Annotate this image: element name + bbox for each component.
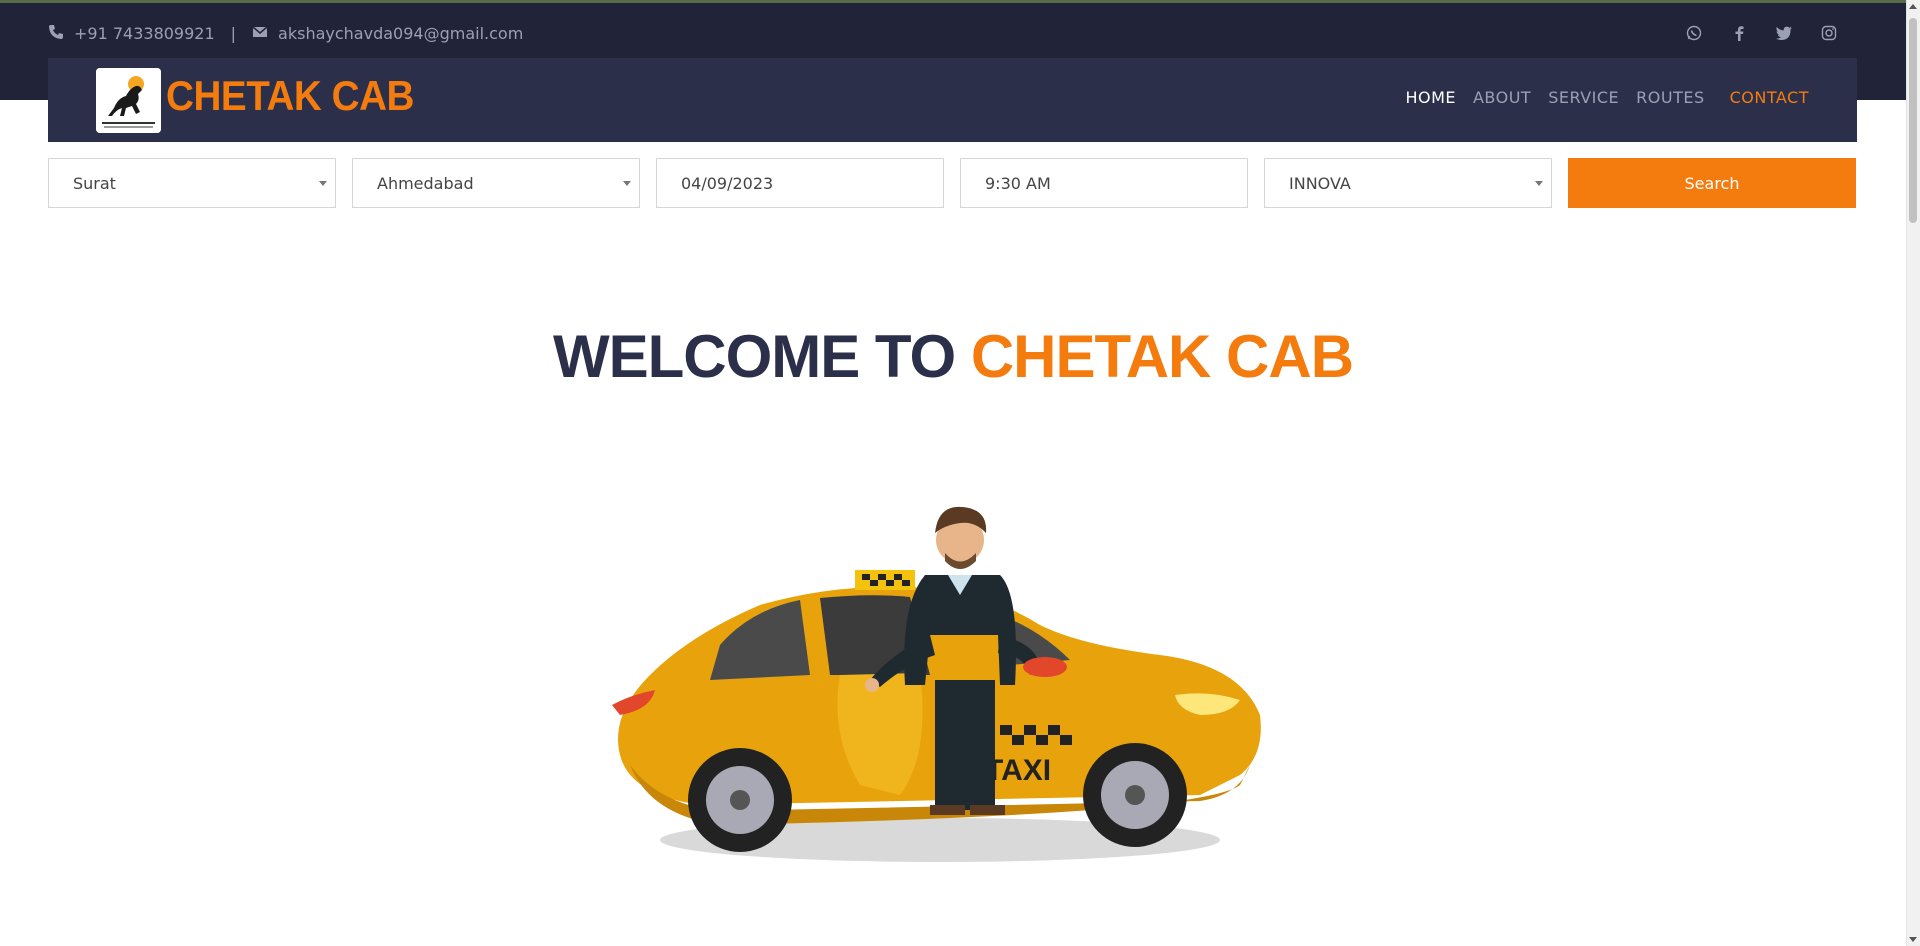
page-scrollbar[interactable] [1906, 0, 1920, 946]
nav-item-about[interactable]: ABOUT [1473, 88, 1531, 107]
from-city-value: Surat [73, 173, 116, 193]
main-navbar: CHETAK CAB HOME ABOUT SERVICE ROUTES CON… [48, 58, 1857, 142]
car-type-select[interactable]: INNOVA [1264, 158, 1552, 208]
mail-icon [252, 24, 270, 42]
date-value: 04/09/2023 [681, 173, 774, 193]
contact-info: +91 7433809921 | akshaychavda094@gmail.c… [48, 19, 523, 47]
phone-number[interactable]: +91 7433809921 [74, 24, 215, 43]
scroll-up-icon[interactable] [1909, 4, 1917, 9]
facebook-icon[interactable] [1730, 24, 1748, 42]
booking-search-form: Surat Ahmedabad 04/09/2023 9:30 AM INNOV… [48, 158, 1857, 208]
chevron-down-icon [623, 181, 631, 186]
search-button[interactable]: Search [1568, 158, 1856, 208]
nav-item-service[interactable]: SERVICE [1548, 88, 1619, 107]
scroll-thumb[interactable] [1909, 18, 1917, 223]
whatsapp-icon[interactable] [1685, 24, 1703, 42]
brand-logo[interactable] [96, 68, 161, 133]
car-type-value: INNOVA [1289, 173, 1351, 193]
date-input[interactable]: 04/09/2023 [656, 158, 944, 208]
nav-item-contact[interactable]: CONTACT [1730, 88, 1809, 107]
welcome-heading: WELCOME TO CHETAK CAB [0, 322, 1906, 391]
welcome-brand: CHETAK CAB [970, 323, 1354, 390]
time-value: 9:30 AM [985, 173, 1051, 193]
to-city-select[interactable]: Ahmedabad [352, 158, 640, 208]
nav-menu: HOME ABOUT SERVICE ROUTES CONTACT [1405, 88, 1809, 107]
to-city-value: Ahmedabad [377, 173, 474, 193]
welcome-prefix: WELCOME TO [552, 323, 956, 390]
email-address[interactable]: akshaychavda094@gmail.com [278, 24, 523, 43]
taxi-illustration: TAXI [600, 495, 1300, 895]
time-input[interactable]: 9:30 AM [960, 158, 1248, 208]
social-links [1685, 19, 1838, 47]
chevron-down-icon [319, 181, 327, 186]
instagram-icon[interactable] [1820, 24, 1838, 42]
nav-item-routes[interactable]: ROUTES [1636, 88, 1704, 107]
brand-name[interactable]: CHETAK CAB [166, 72, 414, 120]
chevron-down-icon [1535, 181, 1543, 186]
phone-icon [48, 24, 66, 42]
from-city-select[interactable]: Surat [48, 158, 336, 208]
twitter-icon[interactable] [1775, 24, 1793, 42]
scroll-down-icon[interactable] [1909, 937, 1917, 942]
divider: | [230, 23, 237, 43]
nav-item-home[interactable]: HOME [1405, 88, 1456, 107]
